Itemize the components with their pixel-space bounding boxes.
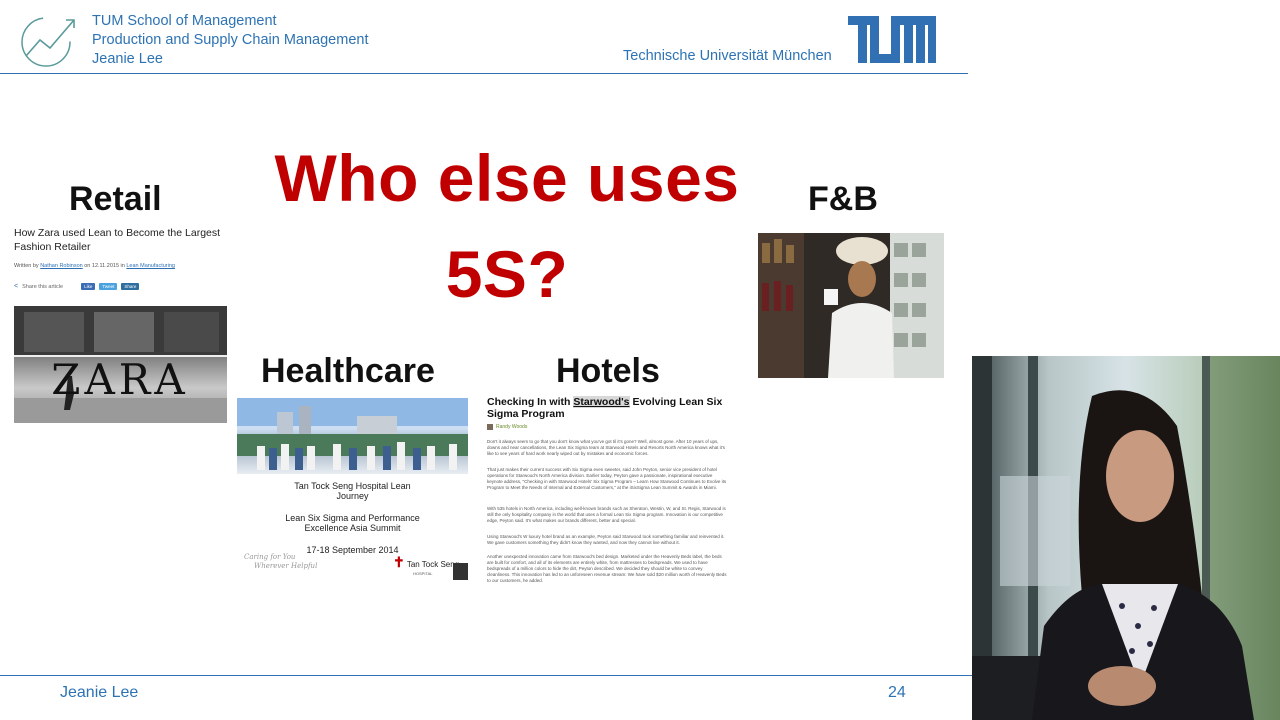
footer-divider <box>0 675 972 676</box>
hospital-line2: Journey <box>336 491 369 501</box>
starwood-paragraph: Using Starwood's W luxury hotel brand as… <box>487 534 725 545</box>
slide-title-line2: 5S? <box>445 237 569 311</box>
header-divider <box>0 73 968 74</box>
starwood-paragraph: Don't it always seem to go that you don'… <box>487 439 725 456</box>
hospital-logo: ✝ Tan Tock Seng HOSPITAL <box>393 554 459 576</box>
management-logo-icon <box>20 12 80 70</box>
author-avatar <box>487 424 493 430</box>
footer-presenter: Jeanie Lee <box>60 684 139 701</box>
zara-article-headline: How Zara used Lean to Become the Largest… <box>14 227 221 253</box>
hospital-staff-photo <box>237 398 468 474</box>
linkedin-share-button[interactable]: Share <box>121 283 140 290</box>
hospital-line4: Excellence Asia Summit <box>304 523 401 533</box>
share-label: Share this article <box>22 283 64 290</box>
fnb-heading: F&B <box>808 180 878 218</box>
twitter-tweet-button[interactable]: Tweet <box>99 283 118 290</box>
zara-article-byline: Written by Nathan Robinson on 12.11.2015… <box>14 263 175 269</box>
hospital-corner-mark <box>453 563 468 580</box>
hotels-heading: Hotels <box>556 352 660 390</box>
tum-logo-icon <box>846 15 938 65</box>
healthcare-heading: Healthcare <box>261 352 435 390</box>
facebook-like-button[interactable]: Like <box>81 283 96 290</box>
retail-heading: Retail <box>69 180 162 218</box>
tagline-line2: Wherever Helpful <box>254 562 318 570</box>
slide-title-line1: Who else uses <box>274 141 740 215</box>
starwood-paragraph: With 535 hotels in North America, includ… <box>487 506 726 523</box>
hospital-tagline: Caring for You Wherever Helpful <box>244 553 317 571</box>
presenter-video <box>972 356 1280 720</box>
byline-author-link[interactable]: Nathan Robinson <box>40 263 83 269</box>
header-school: TUM School of Management <box>92 13 277 29</box>
title-part1: Checking In with <box>487 396 571 408</box>
hospital-logo-subtext: HOSPITAL <box>413 571 433 576</box>
hospital-logo-text: Tan Tock Seng <box>406 560 460 569</box>
header-chair: Production and Supply Chain Management <box>92 32 369 48</box>
starwood-paragraph: Another unexpected innovation came from … <box>487 554 727 583</box>
zara-store-photo: ZARA <box>14 306 227 423</box>
title-highlight: Starwood's <box>573 396 630 408</box>
share-row: < Share this article Like Tweet Share <box>14 283 140 290</box>
page-number: 24 <box>888 684 906 701</box>
starwood-article-author: Randy Woods <box>487 424 527 430</box>
byline-prefix: Written by <box>14 263 39 269</box>
tagline-line1: Caring for You <box>244 553 296 561</box>
zara-sign: ZARA <box>51 355 189 404</box>
starwood-article-title: Checking In with Starwood's Evolving Lea… <box>487 396 727 420</box>
author-name[interactable]: Randy Woods <box>496 424 527 430</box>
header-author: Jeanie Lee <box>92 51 163 67</box>
starwood-paragraph: That just makes their current success wi… <box>487 467 727 490</box>
university-name: Technische Universität München <box>623 48 832 64</box>
byline-date: on 12.11.2015 in <box>84 263 125 269</box>
share-icon: < <box>14 283 19 290</box>
byline-category-link[interactable]: Lean Manufacturing <box>126 263 175 269</box>
hospital-cross-icon: ✝ <box>393 554 405 570</box>
chef-kitchen-photo <box>758 233 944 378</box>
